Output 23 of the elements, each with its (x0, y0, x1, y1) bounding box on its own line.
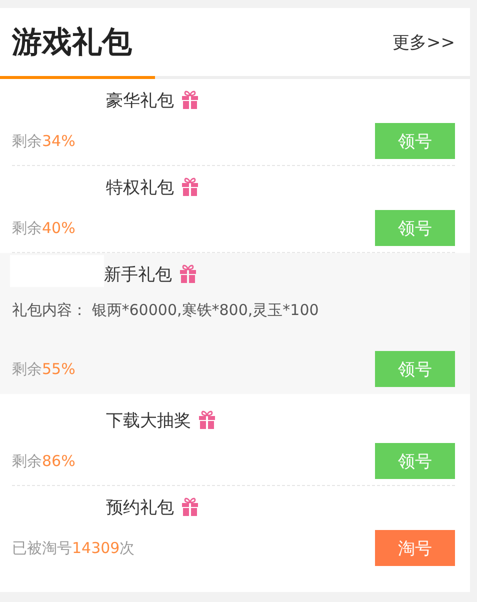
section-title: 游戏礼包 (12, 24, 132, 62)
gift-icon (180, 177, 200, 197)
grab-button[interactable]: 淘号 (375, 530, 455, 566)
gift-contents: 礼包内容： 银两*60000,寒铁*800,灵玉*100 (12, 301, 320, 321)
gift-name: 豪华礼包 (106, 90, 174, 112)
claim-button[interactable]: 领号 (375, 210, 455, 246)
gift-name: 预约礼包 (106, 496, 174, 518)
gift-icon (178, 264, 198, 284)
gift-status: 剩余86% (12, 452, 76, 470)
claim-button[interactable]: 领号 (375, 123, 455, 159)
gift-icon (180, 90, 200, 110)
gift-name: 新手礼包 (104, 264, 172, 286)
gift-name: 下载大抽奖 (106, 410, 191, 432)
gift-name: 特权礼包 (106, 176, 174, 198)
gift-status: 剩余55% (12, 360, 76, 378)
gift-status: 剩余34% (12, 132, 76, 150)
claim-button[interactable]: 领号 (375, 443, 455, 479)
gift-status: 已被淘号14309次 (12, 538, 135, 558)
gift-icon (197, 410, 217, 430)
gift-icon (180, 497, 200, 517)
claim-button[interactable]: 领号 (375, 351, 455, 387)
more-link[interactable]: 更多>> (392, 30, 455, 54)
gift-status: 剩余40% (12, 218, 76, 238)
